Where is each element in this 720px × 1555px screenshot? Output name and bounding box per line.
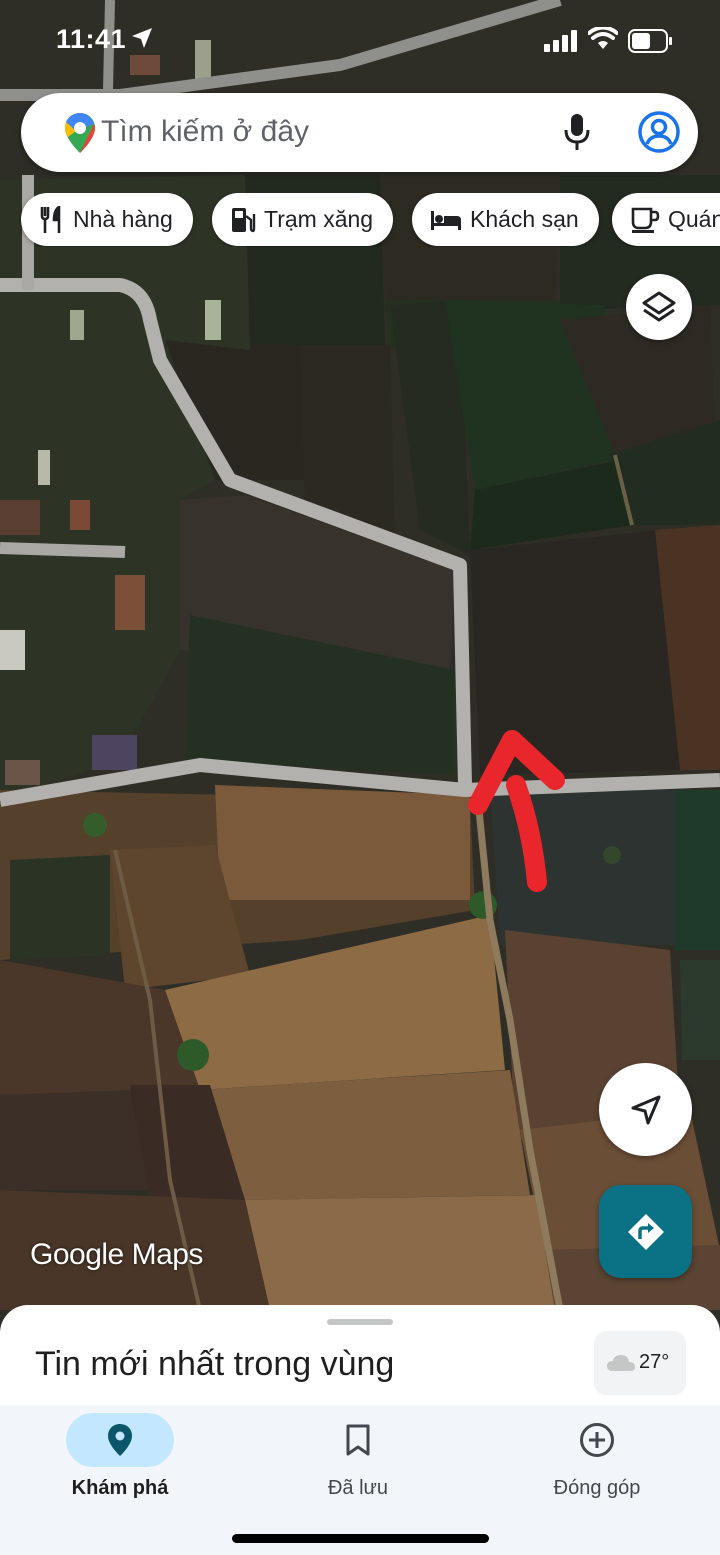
explore-pin-icon — [108, 1424, 132, 1456]
tab-label: Đã lưu — [327, 1477, 389, 1499]
field — [470, 530, 680, 775]
battery-icon — [628, 29, 672, 53]
tab-icon-container — [66, 1413, 174, 1467]
bookmark-icon — [346, 1424, 370, 1456]
sheet-title: Tin mới nhất trong vùng — [35, 1345, 395, 1383]
chip-gas-stations[interactable]: Trạm xăng — [212, 193, 394, 246]
search-placeholder[interactable]: Tìm kiếm ở đây — [101, 115, 309, 149]
signal-icon — [544, 30, 577, 52]
map-watermark: Google Maps — [30, 1238, 203, 1271]
building — [0, 500, 40, 535]
field — [215, 785, 470, 900]
weather-temp: 27° — [639, 1351, 670, 1373]
building — [0, 630, 25, 670]
field — [10, 855, 110, 960]
building — [115, 575, 145, 630]
account-icon[interactable] — [637, 110, 681, 154]
field — [245, 1195, 555, 1310]
building — [92, 735, 137, 770]
tab-label: Khám phá — [71, 1477, 169, 1499]
building — [205, 300, 221, 340]
field — [200, 1070, 530, 1200]
category-chips: Nhà hàng Trạm xăng Khách sạn Quán cà phê — [0, 193, 720, 247]
field — [675, 790, 720, 950]
tab-icon-container — [304, 1413, 412, 1467]
weather-chip[interactable]: 27° — [594, 1331, 686, 1395]
status-time: 11:41 — [56, 24, 127, 54]
wifi-icon — [588, 27, 618, 49]
building — [70, 310, 84, 340]
tab-label: Đóng góp — [553, 1477, 641, 1499]
tab-contribute[interactable]: Đóng góp — [497, 1405, 697, 1525]
layers-icon — [642, 291, 676, 322]
layers-button[interactable] — [626, 274, 692, 340]
bottom-navigation: Khám phá Đã lưu Đóng góp — [0, 1405, 720, 1555]
home-indicator[interactable] — [232, 1534, 489, 1543]
search-bar[interactable]: Tìm kiếm ở đây — [21, 93, 698, 172]
chip-hotels[interactable]: Khách sạn — [412, 193, 599, 246]
add-circle-icon — [580, 1423, 614, 1457]
sheet-drag-handle[interactable] — [327, 1319, 393, 1325]
hotel-icon — [431, 210, 461, 230]
navigation-arrow-icon — [631, 1095, 661, 1125]
status-bar: 11:41 — [0, 0, 720, 80]
directions-button[interactable] — [599, 1185, 692, 1278]
tab-icon-container — [543, 1413, 651, 1467]
tree — [177, 1039, 209, 1071]
bottom-sheet[interactable]: Tin mới nhất trong vùng 27° — [0, 1305, 720, 1415]
google-maps-pin-icon — [65, 113, 95, 153]
chip-label: Nhà hàng — [73, 206, 173, 232]
building — [70, 500, 90, 530]
chip-label: Trạm xăng — [264, 206, 374, 232]
building — [5, 760, 40, 785]
tab-explore[interactable]: Khám phá — [20, 1405, 220, 1525]
chip-restaurants[interactable]: Nhà hàng — [21, 193, 193, 246]
tab-saved[interactable]: Đã lưu — [258, 1405, 458, 1525]
coffee-icon — [631, 207, 660, 233]
field — [680, 960, 720, 1060]
tree — [603, 846, 621, 864]
chip-label: Quán cà phê — [668, 206, 720, 232]
location-arrow-icon — [132, 28, 152, 48]
chip-label: Khách sạn — [470, 206, 579, 232]
field — [0, 1090, 150, 1190]
mic-icon[interactable] — [564, 112, 590, 152]
tree — [83, 813, 107, 837]
cloud-icon — [607, 1355, 635, 1371]
building — [38, 450, 50, 485]
directions-icon — [628, 1214, 664, 1250]
road — [0, 542, 126, 558]
gas-station-icon — [232, 207, 256, 232]
restaurant-icon — [40, 205, 61, 233]
chip-coffee[interactable]: Quán cà phê — [612, 193, 720, 246]
my-location-button[interactable] — [599, 1063, 692, 1156]
